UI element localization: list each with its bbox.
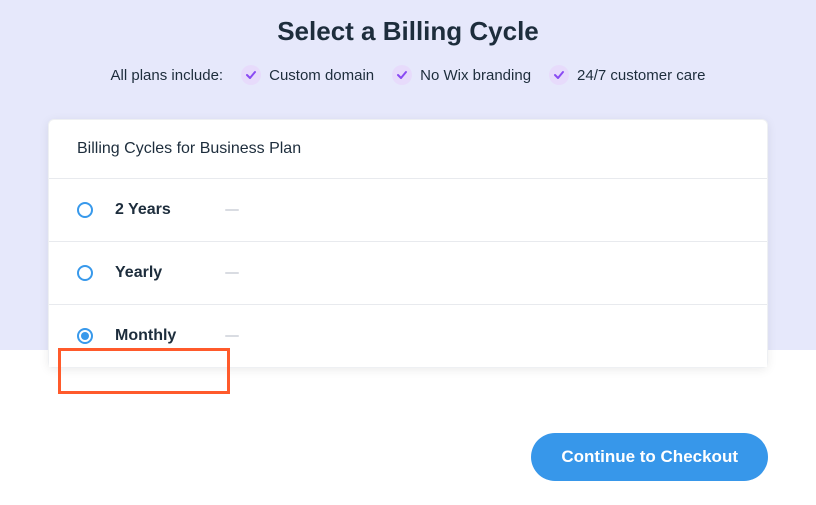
- page-title: Select a Billing Cycle: [277, 16, 539, 47]
- check-icon: [549, 65, 569, 85]
- feature-custom-domain: Custom domain: [241, 65, 374, 85]
- continue-to-checkout-button[interactable]: Continue to Checkout: [531, 433, 768, 481]
- features-label: All plans include:: [111, 67, 224, 84]
- check-icon: [241, 65, 261, 85]
- option-label: Yearly: [115, 264, 205, 282]
- feature-label: Custom domain: [269, 67, 374, 84]
- billing-option-2-years[interactable]: 2 Years: [49, 179, 767, 242]
- page-content: Select a Billing Cycle All plans include…: [0, 0, 816, 368]
- radio-icon: [77, 265, 93, 281]
- check-icon: [392, 65, 412, 85]
- billing-option-yearly[interactable]: Yearly: [49, 242, 767, 305]
- card-header: Billing Cycles for Business Plan: [49, 120, 767, 179]
- feature-no-wix-branding: No Wix branding: [392, 65, 531, 85]
- radio-icon: [77, 202, 93, 218]
- feature-label: 24/7 customer care: [577, 67, 705, 84]
- dash-icon: [225, 272, 239, 274]
- features-row: All plans include: Custom domain No Wix …: [111, 65, 706, 85]
- radio-icon: [77, 328, 93, 344]
- dash-icon: [225, 209, 239, 211]
- billing-option-monthly[interactable]: Monthly: [49, 305, 767, 367]
- feature-customer-care: 24/7 customer care: [549, 65, 705, 85]
- option-label: 2 Years: [115, 201, 205, 219]
- billing-card: Billing Cycles for Business Plan 2 Years…: [48, 119, 768, 368]
- dash-icon: [225, 335, 239, 337]
- feature-label: No Wix branding: [420, 67, 531, 84]
- option-label: Monthly: [115, 327, 205, 345]
